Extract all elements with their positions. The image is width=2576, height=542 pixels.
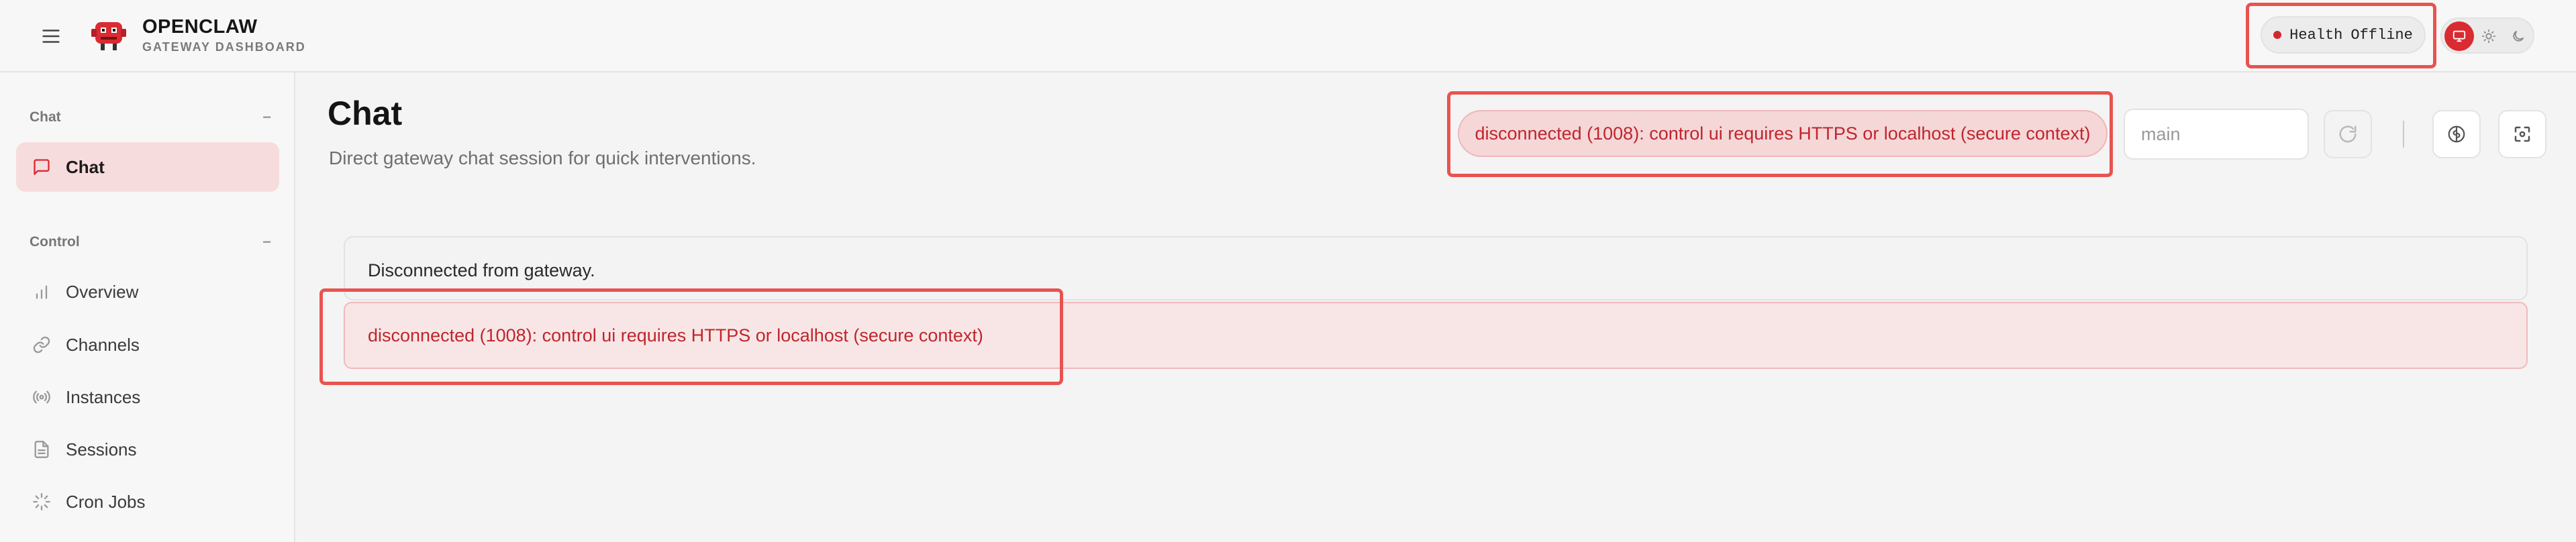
theme-switch [2440, 17, 2534, 54]
sidebar-item-overview[interactable]: Overview [16, 267, 279, 317]
refresh-icon [2339, 125, 2357, 143]
menu-toggle-button[interactable] [35, 20, 67, 52]
nav-group-chat-header[interactable]: Chat − [30, 107, 271, 127]
nav-group-control-header[interactable]: Control − [30, 232, 271, 252]
file-text-icon [34, 441, 49, 458]
sidebar-item-label: Cron Jobs [66, 491, 146, 512]
brain-icon [2448, 125, 2465, 143]
nav-group-title: Control [30, 234, 80, 250]
collapse-icon[interactable]: − [262, 233, 271, 251]
message-square-icon [34, 159, 50, 175]
openclaw-logo [91, 22, 126, 50]
nav-group-title: Chat [30, 109, 61, 125]
brand-title: OPENCLAW [142, 16, 258, 38]
focus-icon [2514, 126, 2530, 142]
sidebar-item-label: Instances [66, 386, 141, 407]
sidebar-item-label: Overview [66, 281, 139, 302]
sidebar-item-channels[interactable]: Channels [16, 320, 279, 370]
collapse-icon[interactable]: − [262, 109, 271, 126]
loader-icon [33, 493, 50, 510]
sidebar-item-label: Chat [66, 156, 105, 177]
session-key-input[interactable] [2124, 109, 2309, 160]
page-subtitle: Direct gateway chat session for quick in… [329, 148, 756, 168]
connection-status-pill: disconnected (1008): control ui requires… [1458, 110, 2108, 157]
theme-dark-button[interactable] [2504, 21, 2533, 51]
focus-mode-button[interactable] [2498, 110, 2546, 158]
sidebar: Chat − Chat Control − Overview Channels … [0, 72, 295, 542]
error-callout: disconnected (1008): control ui requires… [344, 302, 2528, 369]
sidebar-item-chat[interactable]: Chat [16, 142, 279, 192]
toolbar-divider [2403, 121, 2404, 148]
refresh-button[interactable] [2324, 110, 2372, 158]
sidebar-item-instances[interactable]: Instances [16, 372, 279, 422]
monitor-icon [2453, 30, 2466, 42]
chat-notice: Disconnected from gateway. [344, 236, 2528, 301]
status-dot-icon [2273, 31, 2282, 39]
health-status: Offline [2350, 26, 2413, 44]
health-label: Health [2289, 26, 2343, 44]
moon-icon [2513, 30, 2524, 42]
health-status-pill[interactable]: Health Offline [2261, 16, 2426, 54]
sun-icon [2481, 29, 2496, 44]
radio-icon [33, 390, 50, 404]
sidebar-item-label: Sessions [66, 439, 137, 459]
bar-chart-icon [36, 285, 48, 299]
hamburger-icon [42, 30, 60, 43]
sidebar-item-label: Channels [66, 334, 140, 355]
link-icon [33, 336, 50, 354]
sidebar-item-cron-jobs[interactable]: Cron Jobs [16, 477, 279, 527]
page-title: Chat [328, 95, 403, 132]
toggle-thinking-button[interactable] [2432, 110, 2481, 158]
top-bar: OPENCLAW GATEWAY DASHBOARD Health Offlin… [0, 0, 2576, 72]
brand-subtitle: GATEWAY DASHBOARD [142, 40, 306, 54]
sidebar-item-sessions[interactable]: Sessions [16, 425, 279, 474]
theme-system-button[interactable] [2444, 21, 2474, 51]
theme-light-button[interactable] [2474, 21, 2504, 51]
